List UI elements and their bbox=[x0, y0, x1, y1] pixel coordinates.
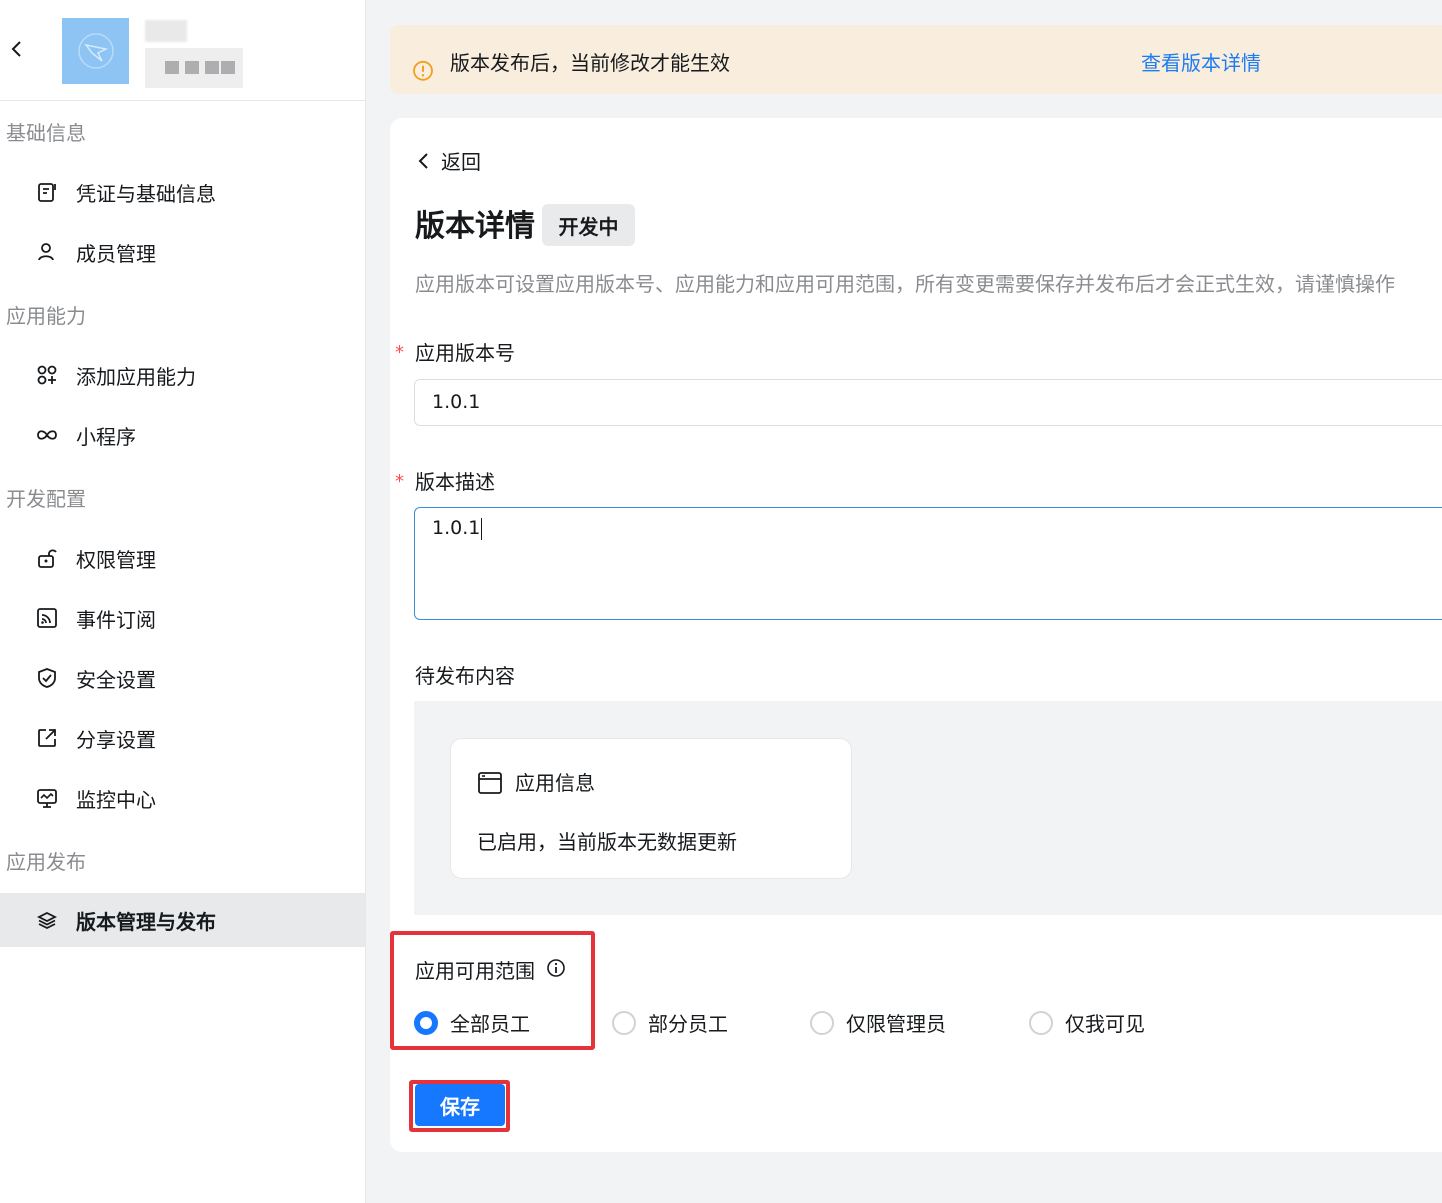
required-mark: * bbox=[395, 342, 404, 363]
sidebar-item-label: 版本管理与发布 bbox=[76, 909, 216, 934]
sidebar-item-share[interactable]: 分享设置 bbox=[0, 711, 365, 765]
radio-unselected bbox=[1029, 1010, 1053, 1035]
version-description-textarea[interactable]: 1.0.1 bbox=[414, 507, 1442, 620]
radio-selected bbox=[414, 1010, 438, 1035]
notice-banner: 版本发布后，当前修改才能生效 查看版本详情 bbox=[390, 25, 1442, 94]
info-icon[interactable] bbox=[546, 958, 566, 978]
sidebar-item-label: 分享设置 bbox=[76, 727, 156, 752]
version-number-input[interactable]: 1.0.1 bbox=[414, 379, 1442, 426]
sidebar-item-label: 小程序 bbox=[76, 424, 136, 449]
scope-option-only-me[interactable]: 仅我可见 bbox=[1029, 1008, 1145, 1037]
chevron-left-icon[interactable] bbox=[6, 38, 28, 60]
app-header bbox=[0, 0, 365, 101]
text-caret bbox=[481, 517, 483, 540]
app-logo bbox=[62, 18, 129, 84]
sidebar-item-label: 凭证与基础信息 bbox=[76, 181, 216, 206]
sidebar-item-add-capability[interactable]: 添加应用能力 bbox=[0, 348, 365, 402]
scope-option-some-staff[interactable]: 部分员工 bbox=[612, 1008, 728, 1037]
shield-check-icon bbox=[38, 668, 56, 688]
save-button[interactable]: 保存 bbox=[415, 1084, 505, 1126]
sidebar-item-miniprogram[interactable]: 小程序 bbox=[0, 408, 365, 462]
back-label: 返回 bbox=[441, 150, 481, 174]
pending-content-label: 待发布内容 bbox=[415, 664, 515, 688]
sidebar-item-credentials[interactable]: 凭证与基础信息 bbox=[0, 165, 365, 219]
scope-option-all-staff[interactable]: 全部员工 bbox=[414, 1008, 530, 1037]
chevron-left-icon bbox=[418, 152, 428, 169]
unlock-icon bbox=[38, 549, 57, 568]
share-icon bbox=[38, 729, 56, 747]
textarea-value: 1.0.1 bbox=[432, 517, 481, 539]
user-icon bbox=[38, 243, 54, 261]
sidebar-item-label: 监控中心 bbox=[76, 787, 156, 812]
pending-item-card: 应用信息 已启用，当前版本无数据更新 bbox=[450, 738, 852, 879]
sidebar-group-basic: 基础信息 bbox=[6, 121, 86, 145]
radio-label: 部分员工 bbox=[648, 1012, 728, 1036]
dingtalk-logo-icon bbox=[77, 33, 114, 69]
status-badge: 开发中 bbox=[542, 204, 635, 246]
version-number-label: 应用版本号 bbox=[415, 341, 515, 365]
sidebar-item-label: 添加应用能力 bbox=[76, 364, 196, 389]
sidebar-item-permissions[interactable]: 权限管理 bbox=[0, 531, 365, 585]
infinity-icon bbox=[37, 430, 57, 440]
scope-label: 应用可用范围 bbox=[415, 959, 535, 983]
radio-unselected bbox=[810, 1010, 834, 1035]
sidebar-item-label: 成员管理 bbox=[76, 241, 156, 266]
app-subtitle-redacted bbox=[145, 48, 243, 88]
sidebar-item-label: 安全设置 bbox=[76, 667, 156, 692]
pending-item-subtitle: 已启用，当前版本无数据更新 bbox=[477, 830, 737, 854]
sidebar-item-label: 权限管理 bbox=[76, 547, 156, 572]
radio-label: 仅限管理员 bbox=[846, 1012, 946, 1036]
sidebar-item-version-release[interactable]: 版本管理与发布 bbox=[0, 893, 365, 947]
pending-item-title: 应用信息 bbox=[515, 771, 595, 795]
radio-label: 仅我可见 bbox=[1065, 1012, 1145, 1036]
sidebar-item-label: 事件订阅 bbox=[76, 607, 156, 632]
back-link[interactable]: 返回 bbox=[415, 146, 481, 175]
page-description: 应用版本可设置应用版本号、应用能力和应用可用范围，所有变更需要保存并发布后才会正… bbox=[415, 272, 1395, 296]
sidebar-item-security[interactable]: 安全设置 bbox=[0, 651, 365, 705]
radio-unselected bbox=[612, 1010, 636, 1035]
sidebar-item-events[interactable]: 事件订阅 bbox=[0, 591, 365, 645]
info-warning-icon bbox=[413, 60, 433, 81]
sidebar: 基础信息 凭证与基础信息 成员管理 应用能力 添加应用能力 小程序 开发配置 权… bbox=[0, 0, 366, 1203]
scope-option-admins-only[interactable]: 仅限管理员 bbox=[810, 1008, 946, 1037]
sidebar-item-members[interactable]: 成员管理 bbox=[0, 225, 365, 279]
apps-add-icon bbox=[37, 365, 57, 385]
page-title: 版本详情 bbox=[415, 209, 535, 244]
sidebar-group-dev: 开发配置 bbox=[6, 487, 86, 511]
credential-icon bbox=[38, 183, 56, 202]
radio-label: 全部员工 bbox=[450, 1012, 530, 1036]
sidebar-group-capability: 应用能力 bbox=[6, 304, 86, 328]
view-version-details-link[interactable]: 查看版本详情 bbox=[1141, 47, 1261, 76]
version-description-label: 版本描述 bbox=[415, 470, 495, 494]
sidebar-item-monitor[interactable]: 监控中心 bbox=[0, 771, 365, 825]
browser-window-icon bbox=[478, 772, 502, 794]
layers-icon bbox=[36, 911, 58, 930]
sidebar-group-release: 应用发布 bbox=[6, 850, 86, 874]
app-name-redacted bbox=[145, 20, 187, 42]
notice-text: 版本发布后，当前修改才能生效 bbox=[450, 51, 730, 75]
monitor-icon bbox=[37, 789, 57, 808]
rss-icon bbox=[37, 608, 57, 628]
required-mark: * bbox=[395, 471, 404, 492]
